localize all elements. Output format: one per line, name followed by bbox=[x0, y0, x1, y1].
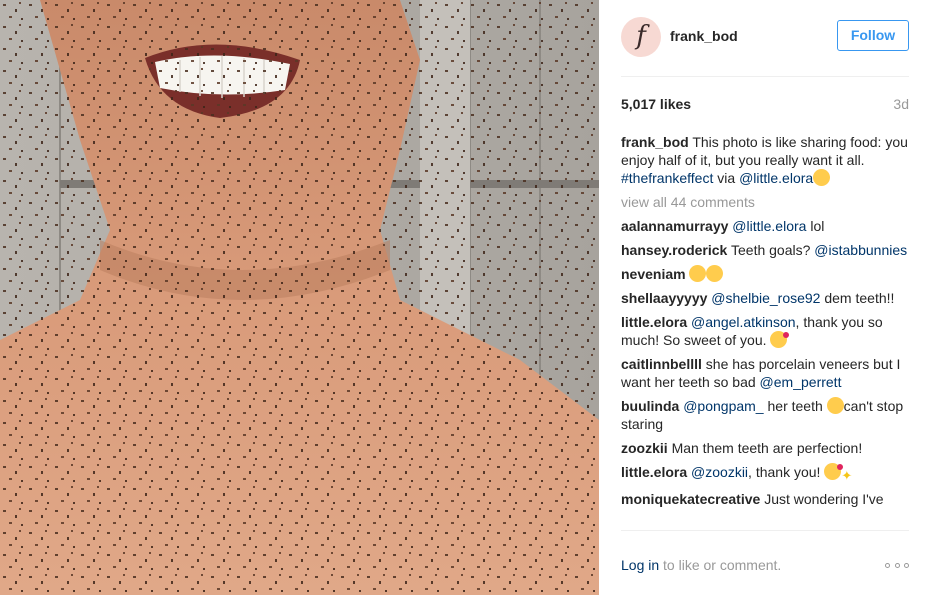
comment-mention[interactable]: @zoozkii bbox=[691, 464, 748, 480]
comment-user[interactable]: aalannamurrayy bbox=[621, 218, 728, 234]
more-dot bbox=[904, 562, 909, 568]
comment: moniquekatecreative Just wondering I've bbox=[621, 490, 909, 508]
likes-row: 5,017 likes 3d bbox=[621, 96, 909, 116]
comment-user[interactable]: neveniam bbox=[621, 266, 686, 282]
comment: zoozkii Man them teeth are perfection! bbox=[621, 439, 909, 457]
comment: hansey.roderick Teeth goals? @istabbunni… bbox=[621, 241, 909, 259]
comment: buulinda @pongpam_ her teeth can't stop … bbox=[621, 397, 909, 433]
comment: little.elora @zoozkii, thank you! ✦ bbox=[621, 463, 909, 484]
comment-text: lol bbox=[810, 218, 825, 234]
kiss-heart-emoji-icon bbox=[770, 331, 790, 348]
comment-user[interactable]: little.elora bbox=[621, 464, 687, 480]
comment: aalannamurrayy @little.elora lol bbox=[621, 217, 909, 235]
comment-user[interactable]: buulinda bbox=[621, 398, 679, 414]
comment-user[interactable]: shellaayyyyy bbox=[621, 290, 707, 306]
comment-text: her teeth bbox=[767, 398, 823, 414]
comment-mention[interactable]: @angel.atkinson bbox=[691, 314, 796, 330]
comment-text: Man them teeth are perfection! bbox=[671, 440, 863, 456]
comment-user[interactable]: little.elora bbox=[621, 314, 687, 330]
username[interactable]: frank_bod bbox=[670, 28, 738, 44]
login-link[interactable]: Log in bbox=[621, 557, 659, 573]
follow-button[interactable]: Follow bbox=[837, 20, 909, 51]
comment-text: Teeth goals? bbox=[731, 242, 811, 258]
comment-user[interactable]: zoozkii bbox=[621, 440, 668, 456]
view-all-comments-link[interactable]: view all 44 comments bbox=[621, 193, 909, 211]
login-prompt-text: to like or comment. bbox=[659, 557, 782, 573]
sparkles-emoji-icon: ✦ bbox=[841, 468, 853, 483]
login-prompt: Log in to like or comment. bbox=[621, 557, 781, 573]
caption-mention[interactable]: @little.elora bbox=[739, 170, 813, 186]
flushed-emoji-icon bbox=[826, 397, 844, 414]
more-options-icon[interactable] bbox=[885, 561, 909, 569]
comment-user[interactable]: hansey.roderick bbox=[621, 242, 727, 258]
comment-user[interactable]: caitlinnbellll bbox=[621, 356, 702, 372]
more-dot bbox=[885, 562, 890, 568]
caption-user[interactable]: frank_bod bbox=[621, 134, 689, 150]
post-header: f frank_bod Follow bbox=[621, 15, 909, 77]
comment-mention[interactable]: @little.elora bbox=[732, 218, 806, 234]
comment-mention[interactable]: @shelbie_rose92 bbox=[711, 290, 820, 306]
comment-text: dem teeth!! bbox=[824, 290, 895, 306]
raised-hands-emoji-icon bbox=[706, 265, 724, 282]
comment-user[interactable]: moniquekatecreative bbox=[621, 491, 760, 507]
caption-via: via bbox=[717, 170, 736, 186]
comment: shellaayyyyy @shelbie_rose92 dem teeth!! bbox=[621, 289, 909, 307]
comments-list[interactable]: frank_bod This photo is like sharing foo… bbox=[621, 133, 909, 529]
more-dot bbox=[894, 562, 900, 568]
post-footer: Log in to like or comment. bbox=[621, 530, 909, 595]
comment-mention[interactable]: @istabbunnies bbox=[814, 242, 907, 258]
avatar-letter: f bbox=[636, 21, 646, 51]
comment: neveniam bbox=[621, 265, 909, 283]
post-age[interactable]: 3d bbox=[893, 96, 909, 112]
comment: caitlinnbellll she has porcelain veneers… bbox=[621, 355, 909, 391]
grin-emoji-icon bbox=[689, 265, 707, 282]
comment-text: Just wondering I've bbox=[764, 491, 884, 507]
caption-hashtag[interactable]: #thefrankeffect bbox=[621, 170, 713, 186]
comment-mention[interactable]: @em_perrett bbox=[760, 374, 842, 390]
post-details-panel: f frank_bod Follow 5,017 likes 3d frank_… bbox=[599, 0, 930, 595]
comment-mention[interactable]: @pongpam_ bbox=[683, 398, 763, 414]
kiss-heart-emoji-icon bbox=[824, 463, 844, 480]
kiss-emoji-icon bbox=[813, 169, 831, 186]
likes-count[interactable]: 5,017 likes bbox=[621, 96, 691, 112]
caption: frank_bod This photo is like sharing foo… bbox=[621, 133, 909, 187]
avatar[interactable]: f bbox=[621, 17, 661, 57]
post-image bbox=[0, 0, 599, 595]
comment-text: , thank you! bbox=[748, 464, 821, 480]
comment: little.elora @angel.atkinson, thank you … bbox=[621, 313, 909, 349]
post-photo[interactable] bbox=[0, 0, 599, 595]
